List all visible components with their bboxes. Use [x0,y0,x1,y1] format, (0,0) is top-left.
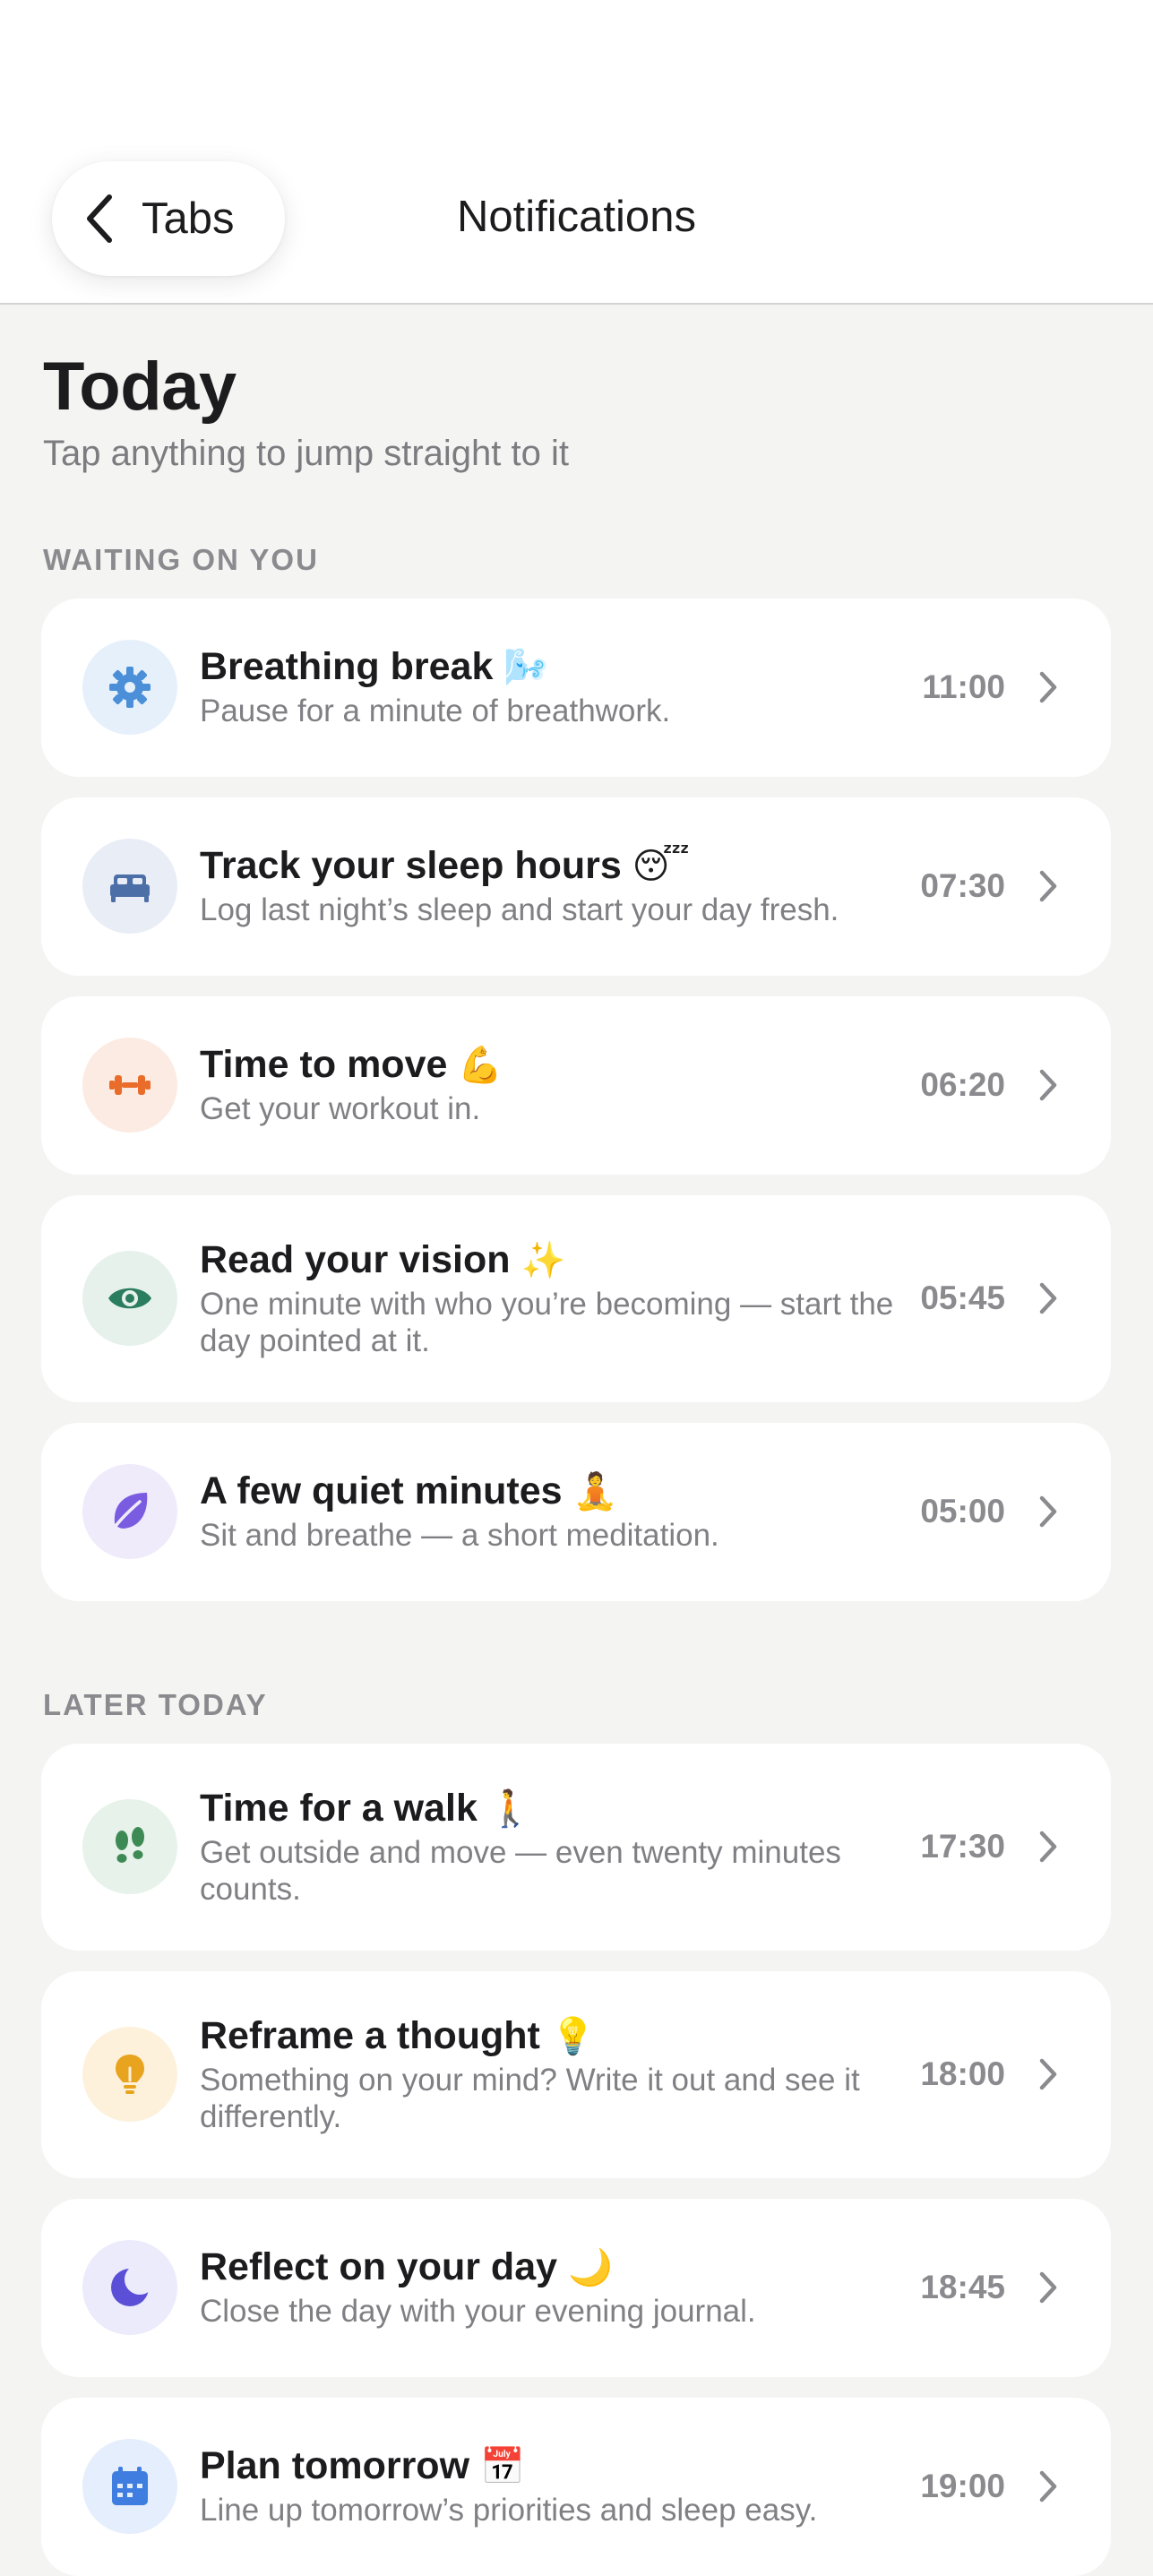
notification-description: One minute with who you’re becoming — st… [200,1287,894,1358]
chevron-right-icon [1039,1069,1057,1101]
notification-description: Something on your mind? Write it out and… [200,2063,860,2134]
chevron-right-icon [1039,2058,1057,2090]
notification-description: Get outside and move — even twenty minut… [200,1835,841,1907]
notification-time: 18:00 [920,2055,1005,2092]
notification-title: Time to move 💪 [200,1043,503,1086]
notification-description: Get your workout in. [200,1091,481,1126]
notification-time: 11:00 [922,668,1005,705]
section-label-waiting: WAITING ON YOU [43,543,319,576]
eye-icon [82,1251,177,1346]
section-heading: Today [43,349,237,425]
notification-description: Line up tomorrow’s priorities and sleep … [200,2493,818,2528]
notification-description: Sit and breathe — a short meditation. [200,1518,719,1553]
notification-card[interactable]: Reframe a thought 💡 Something on your mi… [41,1971,1111,2178]
notification-card[interactable]: Time to move 💪 Get your workout in. 06:2… [41,996,1111,1175]
notification-card[interactable]: A few quiet minutes 🧘 Sit and breathe — … [41,1423,1111,1601]
notification-time: 07:30 [920,867,1005,904]
notification-title: Track your sleep hours 😴 [200,844,690,887]
notification-time: 17:30 [920,1828,1005,1865]
notification-title: Plan tomorrow 📅 [200,2444,525,2487]
dumbbell-icon [82,1038,177,1133]
footprints-icon [82,1799,177,1894]
notification-time: 05:00 [920,1493,1005,1529]
notification-card[interactable]: Read your vision ✨ One minute with who y… [41,1195,1111,1402]
notification-time: 06:20 [920,1066,1005,1103]
leaf-icon [82,1464,177,1559]
bed-icon [82,839,177,934]
gear-icon [82,640,177,735]
notification-card[interactable]: Time for a walk 🚶 Get outside and move —… [41,1744,1111,1951]
moon-icon [82,2240,177,2335]
chevron-right-icon [1039,1495,1057,1528]
nav-header: Tabs Notifications [0,0,1153,305]
notification-title: Breathing break 🌬️ [200,645,549,688]
calendar-icon [82,2439,177,2534]
chevron-right-icon [1039,2470,1057,2503]
notification-card[interactable]: Reflect on your day 🌙 Close the day with… [41,2199,1111,2377]
notification-time: 19:00 [920,2468,1005,2504]
chevron-right-icon [1039,671,1057,703]
section-subtitle: Tap anything to jump straight to it [43,434,569,473]
notification-card[interactable]: Track your sleep hours 😴 Log last night’… [41,797,1111,976]
lightbulb-icon [82,2027,177,2122]
notification-title: Reframe a thought 💡 [200,2014,596,2057]
notification-time: 18:45 [920,2269,1005,2305]
chevron-right-icon [1039,1282,1057,1314]
chevron-right-icon [1039,2271,1057,2304]
notification-title: Time for a walk 🚶 [200,1787,533,1830]
chevron-right-icon [1039,870,1057,902]
notification-time: 05:45 [920,1279,1005,1316]
notification-title: Reflect on your day 🌙 [200,2245,613,2288]
notification-description: Log last night’s sleep and start your da… [200,892,839,927]
notification-description: Pause for a minute of breathwork. [200,694,671,728]
notification-card[interactable]: Breathing break 🌬️ Pause for a minute of… [41,599,1111,777]
notification-title: A few quiet minutes 🧘 [200,1469,618,1512]
notification-card[interactable]: Plan tomorrow 📅 Line up tomorrow’s prior… [41,2398,1111,2576]
page-title: Notifications [457,193,696,241]
chevron-right-icon [1039,1831,1057,1863]
section-label-later: LATER TODAY [43,1688,268,1721]
notification-title: Read your vision ✨ [200,1238,566,1281]
notification-description: Close the day with your evening journal. [200,2294,756,2329]
